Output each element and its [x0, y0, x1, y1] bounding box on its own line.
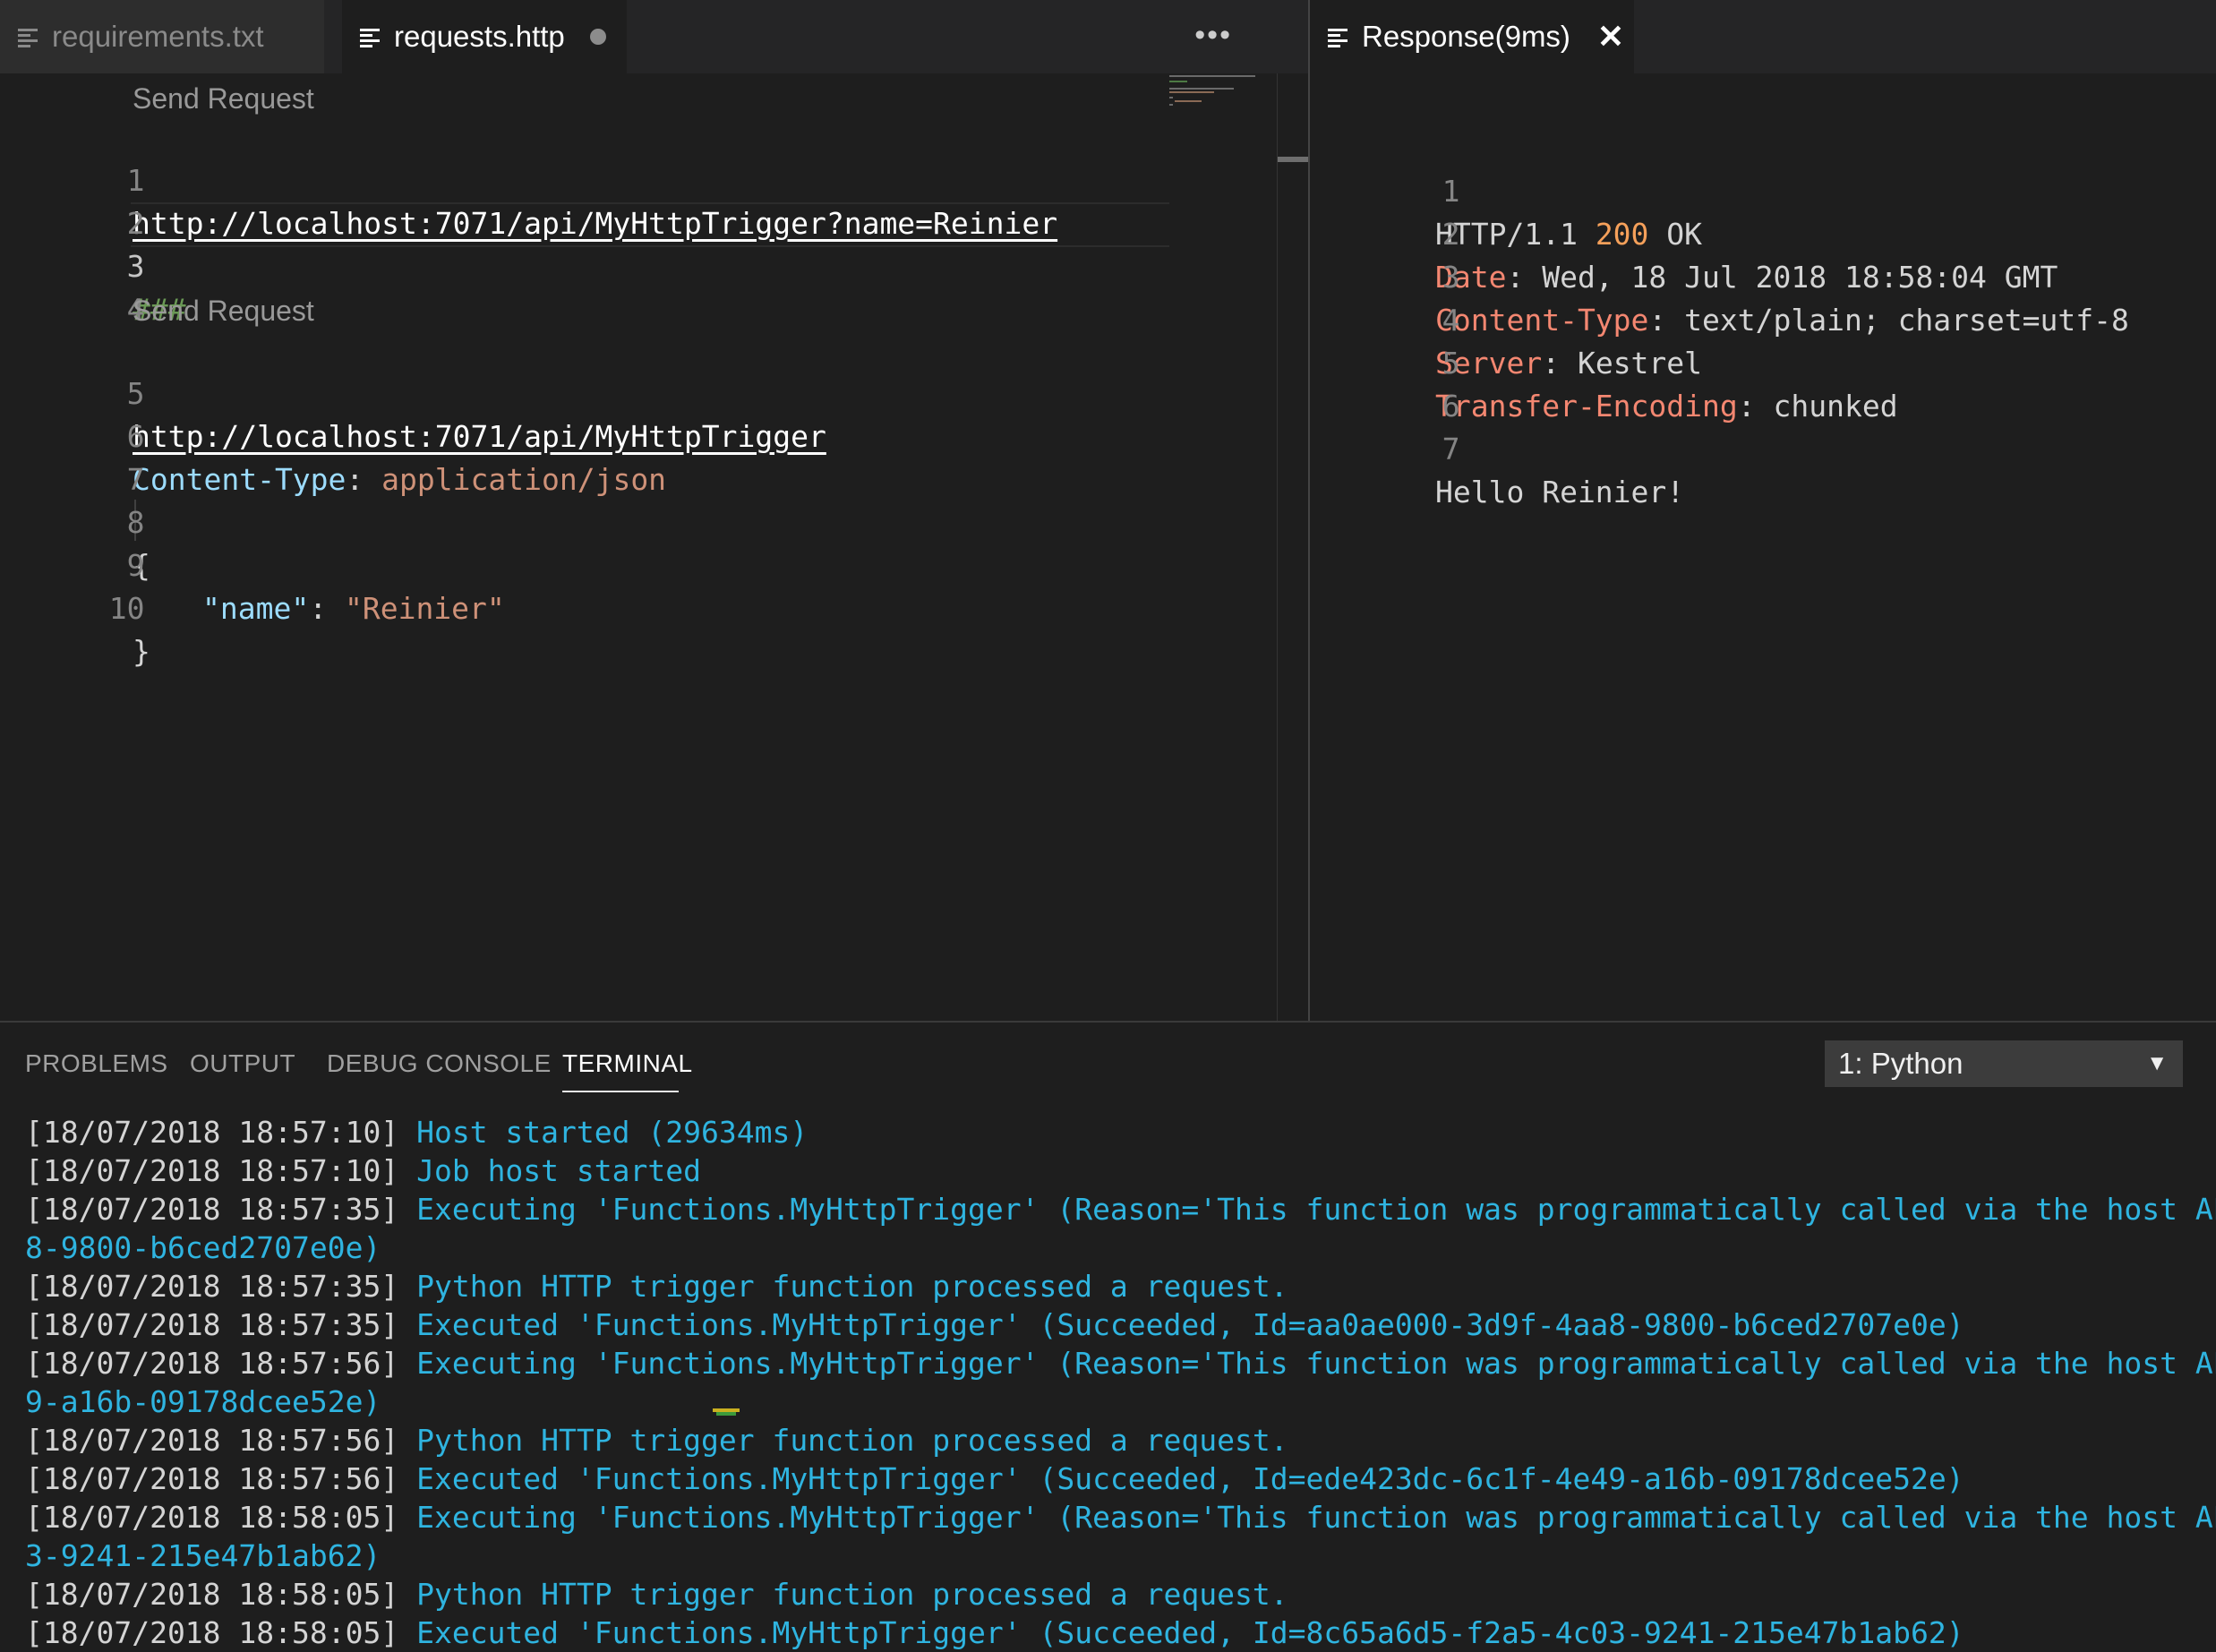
response-line-2: 2 Date: Wed, 18 Jul 2018 18:58:04 GMT	[1310, 170, 2216, 295]
response-line-6: 6	[1310, 342, 2216, 424]
json-key: "name"	[202, 591, 310, 626]
editor-scrollbar[interactable]	[1277, 73, 1310, 1021]
terminal-message: 8-9800-b6ced2707e0e)	[25, 1230, 381, 1265]
file-lines-icon	[360, 27, 380, 47]
terminal-line: [18/07/2018 18:57:56] Python HTTP trigge…	[25, 1421, 2216, 1459]
json-close-brace: }	[133, 634, 150, 669]
line-number: 10	[108, 591, 145, 626]
terminal-timestamp: [18/07/2018 18:57:56]	[25, 1461, 417, 1496]
terminal-line: [18/07/2018 18:57:56] Executing 'Functio…	[25, 1344, 2216, 1382]
code-line-10: 10 }	[0, 544, 1309, 669]
json-value: "Reinier"	[344, 591, 505, 626]
minimap[interactable]	[1169, 73, 1277, 127]
code-line-2: 2	[0, 159, 1309, 241]
active-tab-indicator	[562, 1091, 679, 1092]
tab-output[interactable]: OUTPUT	[190, 1049, 295, 1078]
terminal-message: 9-a16b-09178dcee52e)	[25, 1384, 381, 1419]
terminal-line: [18/07/2018 18:57:10] Host started (2963…	[25, 1113, 2216, 1151]
send-request-codelens[interactable]: Send Request	[133, 79, 314, 118]
tab-requests-http[interactable]: requests.http	[342, 0, 627, 73]
terminal-cursor-glitch	[713, 1408, 740, 1417]
response-tab-bar: Response(9ms) ✕	[1310, 0, 2216, 73]
code-line-5: 5 http://localhost:7071/api/MyHttpTrigge…	[0, 330, 1309, 454]
terminal-line: [18/07/2018 18:57:10] Job host started	[25, 1151, 2216, 1190]
tab-response[interactable]: Response(9ms) ✕	[1310, 0, 1634, 73]
response-line-3: 3 Content-Type: text/plain; charset=utf-…	[1310, 213, 2216, 338]
tab-terminal[interactable]: TERMINAL	[562, 1049, 693, 1078]
editor-tab-bar: requirements.txt requests.http •••	[0, 0, 1309, 73]
terminal-timestamp: [18/07/2018 18:57:35]	[25, 1269, 417, 1304]
terminal-select[interactable]: 1: Python ▼	[1825, 1040, 2183, 1087]
editor-scrollbar-thumb[interactable]	[1278, 157, 1309, 162]
terminal-timestamp: [18/07/2018 18:58:05]	[25, 1577, 417, 1612]
tab-label: Response(9ms)	[1362, 20, 1570, 53]
send-request-codelens[interactable]: Send Request	[133, 291, 314, 330]
terminal-message: Executing 'Functions.MyHttpTrigger' (Rea…	[416, 1192, 2216, 1227]
code-line-4: 4	[0, 245, 1309, 327]
bottom-panel: PROBLEMS OUTPUT DEBUG CONSOLE TERMINAL 1…	[0, 1021, 2216, 1652]
code-line-6: 6 Content-Type: application/json	[0, 372, 1309, 497]
terminal-line: [18/07/2018 18:58:05] Executed 'Function…	[25, 1613, 2216, 1652]
terminal-message: Executed 'Functions.MyHttpTrigger' (Succ…	[416, 1615, 1964, 1650]
tab-label: requirements.txt	[52, 20, 264, 53]
terminal-line: [18/07/2018 18:57:35] Executing 'Functio…	[25, 1190, 2216, 1228]
terminal-timestamp: [18/07/2018 18:57:56]	[25, 1346, 417, 1381]
terminal-output[interactable]: [18/07/2018 18:57:10] Host started (2963…	[25, 1113, 2216, 1652]
terminal-timestamp: [18/07/2018 18:58:05]	[25, 1500, 417, 1535]
response-line-7: 7 Hello Reinier!	[1310, 385, 2216, 509]
terminal-line: [18/07/2018 18:57:35] Python HTTP trigge…	[25, 1267, 2216, 1305]
ellipsis-icon[interactable]: •••	[1194, 18, 1232, 53]
terminal-line: 8-9800-b6ced2707e0e)	[25, 1228, 2216, 1267]
terminal-timestamp: [18/07/2018 18:57:35]	[25, 1192, 417, 1227]
response-line-1: 1 HTTP/1.1 200 OK	[1310, 127, 2216, 252]
file-lines-icon	[1328, 27, 1348, 47]
response-line-5: 5 Transfer-Encoding: chunked	[1310, 299, 2216, 424]
line-number: 7	[1442, 432, 1460, 466]
code-line-7: 7	[0, 415, 1309, 497]
terminal-line: [18/07/2018 18:57:56] Executed 'Function…	[25, 1459, 2216, 1498]
code-line-9: 9 "name": "Reinier"	[0, 501, 1309, 626]
terminal-timestamp: [18/07/2018 18:58:05]	[25, 1615, 417, 1650]
json-property: "name": "Reinier"	[202, 587, 505, 630]
response-body: Hello Reinier!	[1435, 475, 1685, 509]
tab-label: requests.http	[394, 20, 565, 53]
code-line-1: 1 http://localhost:7071/api/MyHttpTrigge…	[0, 116, 1309, 241]
terminal-message: 3-9241-215e47b1ab62)	[25, 1538, 381, 1573]
terminal-line: [18/07/2018 18:58:05] Python HTTP trigge…	[25, 1575, 2216, 1613]
tab-problems[interactable]: PROBLEMS	[25, 1049, 168, 1078]
terminal-line: [18/07/2018 18:57:35] Executed 'Function…	[25, 1305, 2216, 1344]
terminal-message: Executing 'Functions.MyHttpTrigger' (Rea…	[416, 1346, 2216, 1381]
code-line-8: 8 {	[0, 458, 1309, 583]
terminal-timestamp: [18/07/2018 18:57:35]	[25, 1307, 417, 1342]
terminal-message: Python HTTP trigger function processed a…	[416, 1269, 1288, 1304]
terminal-message: Executed 'Functions.MyHttpTrigger' (Succ…	[416, 1307, 1964, 1342]
response-group: Response(9ms) ✕ 1 HTTP/1.1 200 OK 2 Date…	[1310, 0, 2216, 1021]
close-icon[interactable]: ✕	[1597, 18, 1624, 56]
tab-requirements-txt[interactable]: requirements.txt	[0, 0, 324, 73]
code-line-3: 3 ###	[0, 202, 1309, 327]
terminal-timestamp: [18/07/2018 18:57:10]	[25, 1115, 417, 1150]
terminal-line: 3-9241-215e47b1ab62)	[25, 1536, 2216, 1575]
terminal-message: Python HTTP trigger function processed a…	[416, 1577, 1288, 1612]
terminal-message: Job host started	[416, 1153, 701, 1188]
dropdown-caret-icon: ▼	[2146, 1051, 2168, 1075]
terminal-message: Host started (29634ms)	[416, 1115, 809, 1150]
terminal-select-value: 1: Python	[1838, 1047, 1964, 1080]
terminal-message: Executed 'Functions.MyHttpTrigger' (Succ…	[416, 1461, 1964, 1496]
terminal-message: Python HTTP trigger function processed a…	[416, 1423, 1288, 1458]
terminal-timestamp: [18/07/2018 18:57:10]	[25, 1153, 417, 1188]
terminal-line: 9-a16b-09178dcee52e)	[25, 1382, 2216, 1421]
json-colon: :	[309, 591, 345, 626]
terminal-timestamp: [18/07/2018 18:57:56]	[25, 1423, 417, 1458]
terminal-message: Executing 'Functions.MyHttpTrigger' (Rea…	[416, 1500, 2216, 1535]
terminal-line: [18/07/2018 18:58:05] Executing 'Functio…	[25, 1498, 2216, 1536]
tab-debug-console[interactable]: DEBUG CONSOLE	[327, 1049, 552, 1078]
unsaved-dot-icon[interactable]	[589, 29, 606, 45]
response-line-4: 4 Server: Kestrel	[1310, 256, 2216, 381]
file-lines-icon	[18, 27, 38, 47]
editor-group: requirements.txt requests.http ••• Send …	[0, 0, 1309, 1021]
